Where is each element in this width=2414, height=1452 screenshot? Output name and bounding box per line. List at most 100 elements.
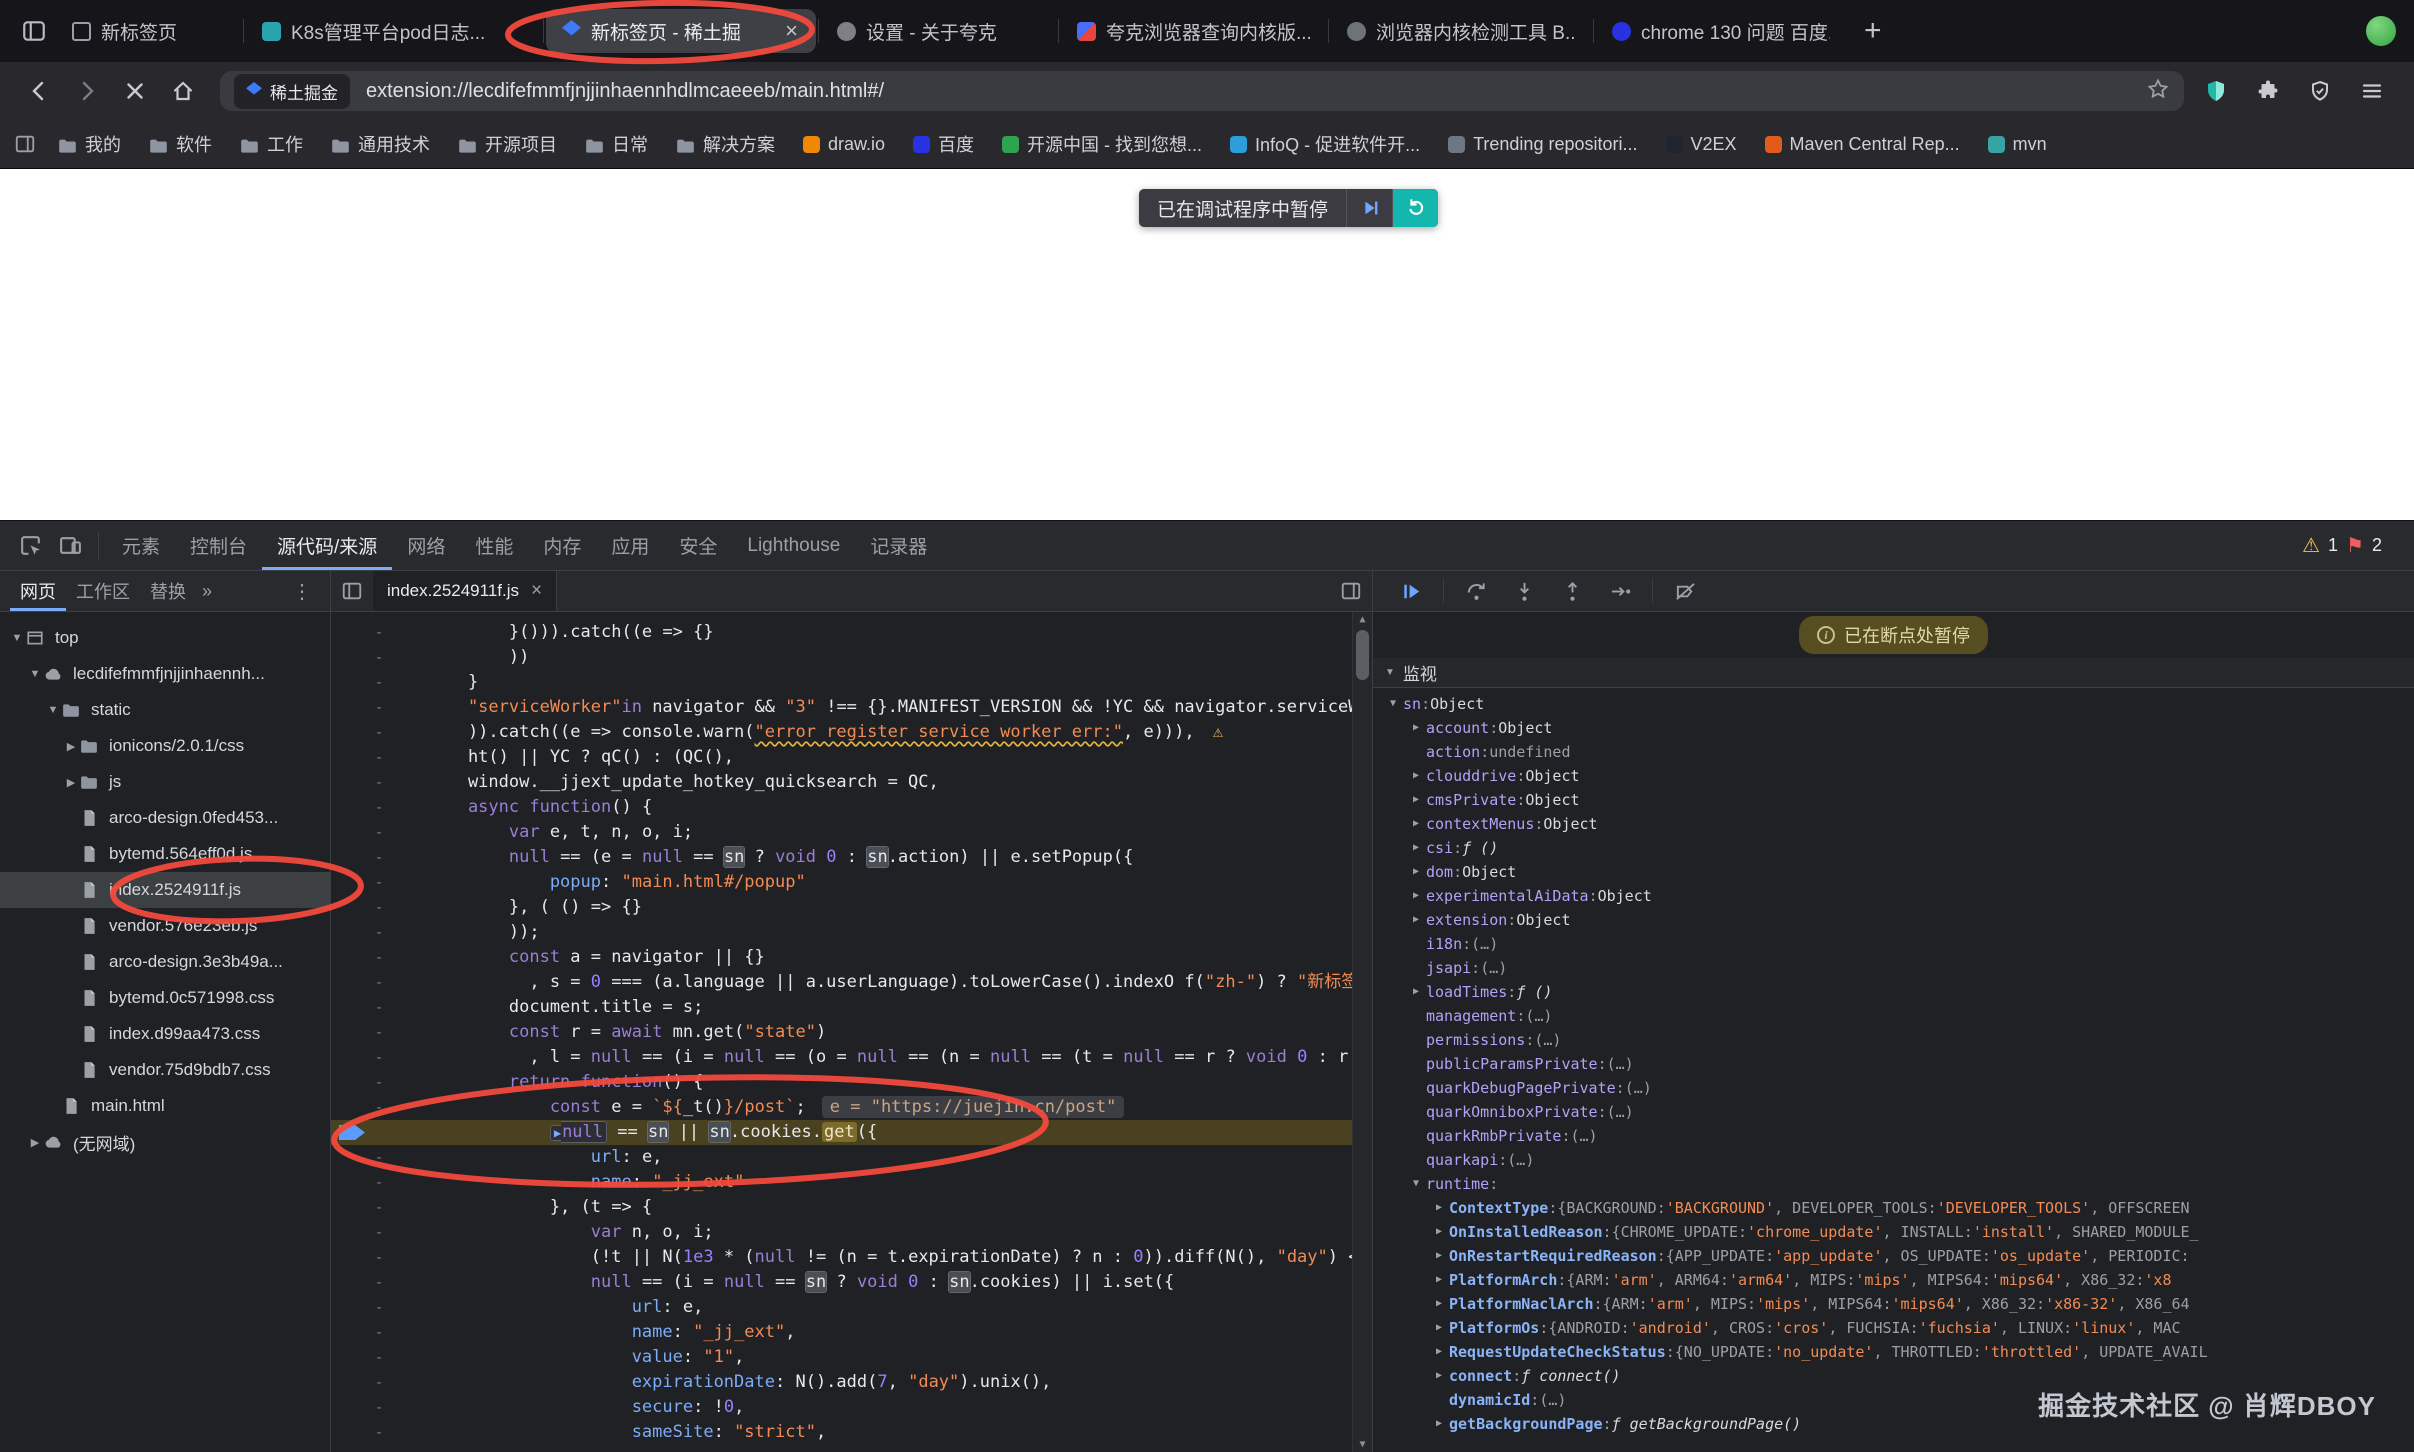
security-check-icon[interactable] (2304, 70, 2336, 112)
watch-row[interactable]: ▶clouddrive: Object (1373, 764, 2414, 788)
watch-row[interactable]: ▶dom: Object (1373, 860, 2414, 884)
watch-row[interactable]: ▶PlatformArch: {ARM: 'arm', ARM64: 'arm6… (1373, 1268, 2414, 1292)
watch-collapse-arrow[interactable]: ▶ (1406, 884, 1426, 908)
watch-collapse-arrow[interactable]: ▶ (1406, 836, 1426, 860)
watch-collapse-arrow[interactable]: ▶ (1429, 1268, 1449, 1292)
watch-row[interactable]: jsapi: (…) (1373, 956, 2414, 980)
bookmark-star-icon[interactable] (2146, 77, 2170, 106)
watch-row[interactable]: ▶PlatformOs: {ANDROID: 'android', CROS: … (1373, 1316, 2414, 1340)
devtools-tab-[interactable]: 内存 (528, 521, 596, 570)
watch-row[interactable]: ▶OnRestartRequiredReason: {APP_UPDATE: '… (1373, 1244, 2414, 1268)
devtools-tab-[interactable]: 元素 (107, 521, 175, 570)
browser-tab[interactable]: 设置 - 关于夸克 (821, 9, 1056, 53)
bookmark-item[interactable]: draw.io (793, 129, 895, 160)
tree-item[interactable]: ▼top (0, 620, 330, 656)
editor-file-tab[interactable]: index.2524911f.js × (373, 571, 557, 611)
step-over-button[interactable] (1456, 574, 1496, 608)
watch-row[interactable]: quarkOmniboxPrivate: (…) (1373, 1100, 2414, 1124)
more-tabs-chevron[interactable]: » (196, 581, 218, 602)
bookmark-folder[interactable]: 通用技术 (321, 126, 440, 162)
line-gutter[interactable]: - (331, 1170, 427, 1195)
code-line[interactable]: - const e = `${_t()}/post`;e = "https://… (331, 1095, 1372, 1120)
tree-item[interactable]: ▼lecdifefmmfjnjjinhaennh... (0, 656, 330, 692)
watch-collapse-arrow[interactable]: ▶ (1406, 812, 1426, 836)
bookmark-item[interactable]: Trending repositori... (1438, 129, 1647, 160)
browser-tab[interactable]: chrome 130 问题 百度... (1596, 9, 1846, 53)
tree-item[interactable]: vendor.75d9bdb7.css (0, 1052, 330, 1088)
devtools-tab-[interactable]: 应用 (596, 521, 664, 570)
bookmark-item[interactable]: mvn (1978, 129, 2057, 160)
stop-button[interactable] (114, 70, 156, 112)
browser-menu-icon[interactable] (2356, 70, 2388, 112)
line-gutter[interactable]: - (331, 1070, 427, 1095)
line-gutter[interactable]: - (331, 1295, 427, 1320)
tree-collapse-arrow[interactable]: ▶ (62, 740, 80, 753)
watch-collapse-arrow[interactable]: ▶ (1406, 788, 1426, 812)
code-line[interactable]: - )); (331, 920, 1372, 945)
code-line[interactable]: - expirationDate: N().add(7, "day").unix… (331, 1370, 1372, 1395)
code-line[interactable]: - secure: !0, (331, 1395, 1372, 1420)
line-gutter[interactable]: - (331, 995, 427, 1020)
watch-collapse-arrow[interactable]: ▶ (1406, 908, 1426, 932)
line-gutter[interactable]: - (331, 1345, 427, 1370)
resume-script-button[interactable] (1346, 189, 1392, 227)
bookmark-item[interactable]: V2EX (1656, 129, 1747, 160)
deactivate-breakpoints-button[interactable] (1665, 574, 1705, 608)
step-out-button[interactable] (1552, 574, 1592, 608)
watch-row[interactable]: ▶cmsPrivate: Object (1373, 788, 2414, 812)
editor-tab-close-icon[interactable]: × (531, 580, 542, 602)
code-line[interactable]: - popup: "main.html#/popup" (331, 870, 1372, 895)
tree-item[interactable]: bytemd.0c571998.css (0, 980, 330, 1016)
line-gutter[interactable]: - (331, 820, 427, 845)
watch-row[interactable]: i18n: (…) (1373, 932, 2414, 956)
line-gutter[interactable]: - (331, 770, 427, 795)
tree-item[interactable]: ▶js (0, 764, 330, 800)
bookmark-item[interactable]: InfoQ - 促进软件开... (1220, 126, 1430, 162)
line-gutter[interactable]: - (331, 895, 427, 920)
line-gutter[interactable]: - (331, 1270, 427, 1295)
watch-row[interactable]: ▶PlatformNaclArch: {ARM: 'arm', MIPS: 'm… (1373, 1292, 2414, 1316)
line-gutter[interactable]: - (331, 745, 427, 770)
watch-row[interactable]: ▶OnInstalledReason: {CHROME_UPDATE: 'chr… (1373, 1220, 2414, 1244)
devtools-tab-[interactable]: 控制台 (175, 521, 262, 570)
watch-row[interactable]: ▶account: Object (1373, 716, 2414, 740)
bookmark-item[interactable]: Maven Central Rep... (1755, 129, 1970, 160)
bookmark-folder[interactable]: 开源项目 (448, 126, 567, 162)
editor-scrollbar[interactable]: ▲ ▼ (1352, 612, 1372, 1452)
tree-collapse-arrow[interactable]: ▶ (26, 1136, 44, 1149)
watch-collapse-arrow[interactable]: ▶ (1429, 1316, 1449, 1340)
code-line[interactable]: - name: "_jj_ext" (331, 1170, 1372, 1195)
watch-row[interactable]: ▶ContextType: {BACKGROUND: 'BACKGROUND',… (1373, 1196, 2414, 1220)
tree-item[interactable]: main.html (0, 1088, 330, 1124)
browser-tab[interactable]: K8s管理平台pod日志... (246, 9, 541, 53)
browser-tab[interactable]: 夸克浏览器查询内核版... (1061, 9, 1326, 53)
code-line[interactable]: - var e, t, n, o, i; (331, 820, 1372, 845)
watch-row[interactable]: management: (…) (1373, 1004, 2414, 1028)
watch-row[interactable]: ▶csi: ƒ () (1373, 836, 2414, 860)
line-gutter[interactable]: - (331, 670, 427, 695)
watch-row[interactable]: ▼runtime: (1373, 1172, 2414, 1196)
bookmark-folder[interactable]: 日常 (575, 126, 658, 162)
code-line[interactable]: - name: "_jj_ext", (331, 1320, 1372, 1345)
new-tab-button[interactable]: + (1848, 16, 1898, 46)
line-gutter[interactable]: - (331, 1420, 427, 1445)
extensions-puzzle-icon[interactable] (2252, 70, 2284, 112)
home-button[interactable] (162, 70, 204, 112)
toggle-navigator-icon[interactable] (331, 580, 373, 602)
execution-pointer[interactable] (331, 1120, 427, 1145)
line-gutter[interactable]: - (331, 795, 427, 820)
code-line[interactable]: - ht() || YC ? qC() : (QC(), (331, 745, 1372, 770)
watch-row[interactable]: ▶RequestUpdateCheckStatus: {NO_UPDATE: '… (1373, 1340, 2414, 1364)
watch-collapse-arrow[interactable]: ▶ (1406, 860, 1426, 884)
watch-row[interactable]: ▶contextMenus: Object (1373, 812, 2414, 836)
tree-item[interactable]: ▶ionicons/2.0.1/css (0, 728, 330, 764)
watch-row[interactable]: permissions: (…) (1373, 1028, 2414, 1052)
tree-collapse-arrow[interactable]: ▶ (62, 776, 80, 789)
watch-collapse-arrow[interactable]: ▶ (1429, 1196, 1449, 1220)
resume-button[interactable] (1391, 574, 1431, 608)
tree-expand-arrow[interactable]: ▼ (44, 704, 62, 716)
devtools-tab-[interactable]: 记录器 (855, 521, 942, 570)
line-gutter[interactable]: - (331, 870, 427, 895)
window-panel-icon[interactable] (14, 11, 54, 51)
tree-expand-arrow[interactable]: ▼ (26, 668, 44, 680)
